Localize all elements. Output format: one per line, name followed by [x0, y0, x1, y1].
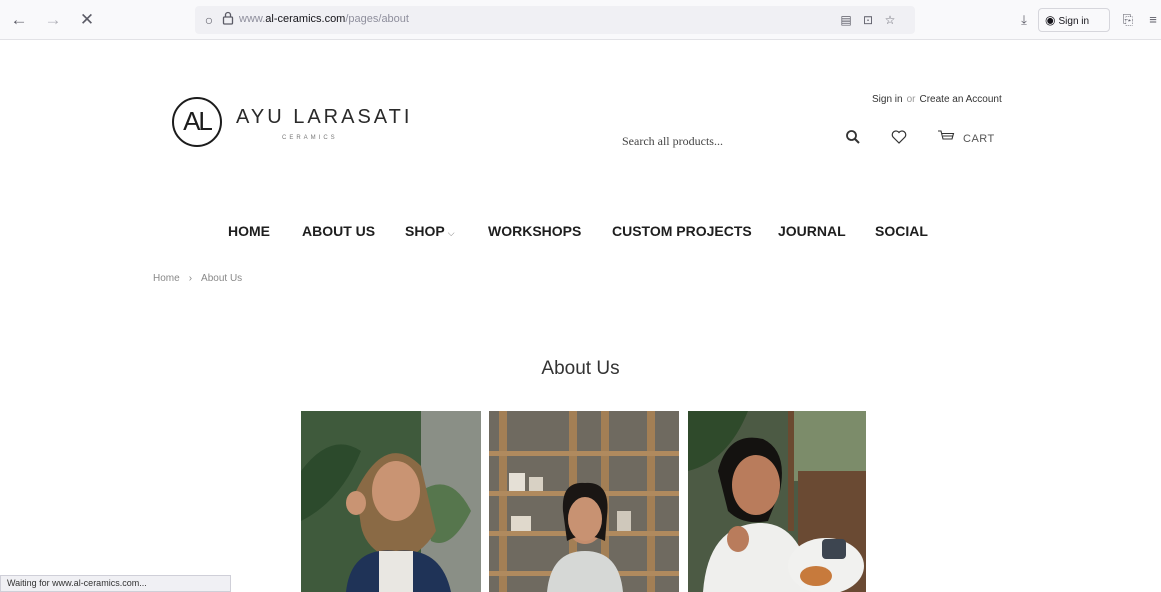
nav-custom-projects[interactable]: CUSTOM PROJECTS [612, 223, 752, 239]
account-links: Sign in or Create an Account [872, 94, 1002, 105]
extensions-icon[interactable]: ⎘ [1118, 10, 1138, 30]
nav-shop-label: SHOP [405, 223, 445, 239]
cart-icon[interactable] [935, 129, 957, 151]
browser-toolbar: ← → ✕ ○ www.al-ceramics.com/pages/about … [0, 0, 1161, 40]
or-separator: or [906, 94, 916, 105]
brand-subtitle: CERAMICS [282, 135, 338, 141]
tracking-shield-icon[interactable]: ○ [200, 10, 218, 30]
screenshot-icon[interactable]: ⊡ [859, 11, 877, 29]
menu-icon[interactable]: ≡ [1143, 10, 1161, 30]
heart-icon[interactable] [888, 129, 910, 151]
reader-view-icon[interactable]: ▤ [837, 11, 855, 29]
address-bar[interactable]: ○ www.al-ceramics.com/pages/about ▤ ⊡ ☆ [195, 6, 915, 34]
breadcrumb-home[interactable]: Home [153, 273, 180, 284]
nav-workshops[interactable]: WORKSHOPS [488, 223, 581, 239]
about-photo-1 [301, 411, 481, 592]
browser-status-bar: Waiting for www.al-ceramics.com... [0, 575, 231, 592]
chevron-down-icon: ⌵ [447, 228, 455, 238]
bookmark-star-icon[interactable]: ☆ [881, 11, 899, 29]
page-title: About Us [541, 358, 620, 379]
brand-name[interactable]: AYU LARASATI [236, 106, 412, 129]
browser-sign-in-button[interactable]: ◉ Sign in [1038, 8, 1110, 32]
url-text[interactable]: www.al-ceramics.com/pages/about [239, 13, 409, 25]
breadcrumb-separator: › [188, 273, 193, 284]
about-photo-3 [688, 411, 866, 592]
search-input[interactable] [622, 130, 822, 152]
account-icon: ◉ [1045, 13, 1056, 27]
create-account-link[interactable]: Create an Account [919, 94, 1001, 105]
sign-in-link[interactable]: Sign in [872, 94, 903, 105]
breadcrumb-current: About Us [201, 273, 243, 284]
logo-mark[interactable]: AL [172, 97, 222, 147]
about-photo-2 [489, 411, 679, 592]
nav-journal[interactable]: JOURNAL [778, 223, 846, 239]
nav-home[interactable]: HOME [228, 223, 270, 239]
nav-social[interactable]: SOCIAL [875, 223, 928, 239]
back-arrow-icon[interactable]: ← [8, 9, 30, 31]
lock-icon[interactable] [219, 10, 237, 30]
close-icon[interactable]: ✕ [76, 9, 98, 31]
main-navigation: HOME ABOUT US SHOP ⌵ WORKSHOPS CUSTOM PRO… [0, 223, 1161, 243]
search-icon[interactable] [842, 129, 864, 151]
breadcrumb: Home › About Us [153, 273, 242, 284]
download-icon[interactable]: ⤓ [1014, 10, 1034, 30]
forward-arrow-icon[interactable]: → [42, 9, 64, 31]
nav-about-us[interactable]: ABOUT US [302, 223, 375, 239]
nav-shop[interactable]: SHOP ⌵ [405, 223, 455, 239]
cart-link[interactable]: CART [963, 133, 995, 145]
